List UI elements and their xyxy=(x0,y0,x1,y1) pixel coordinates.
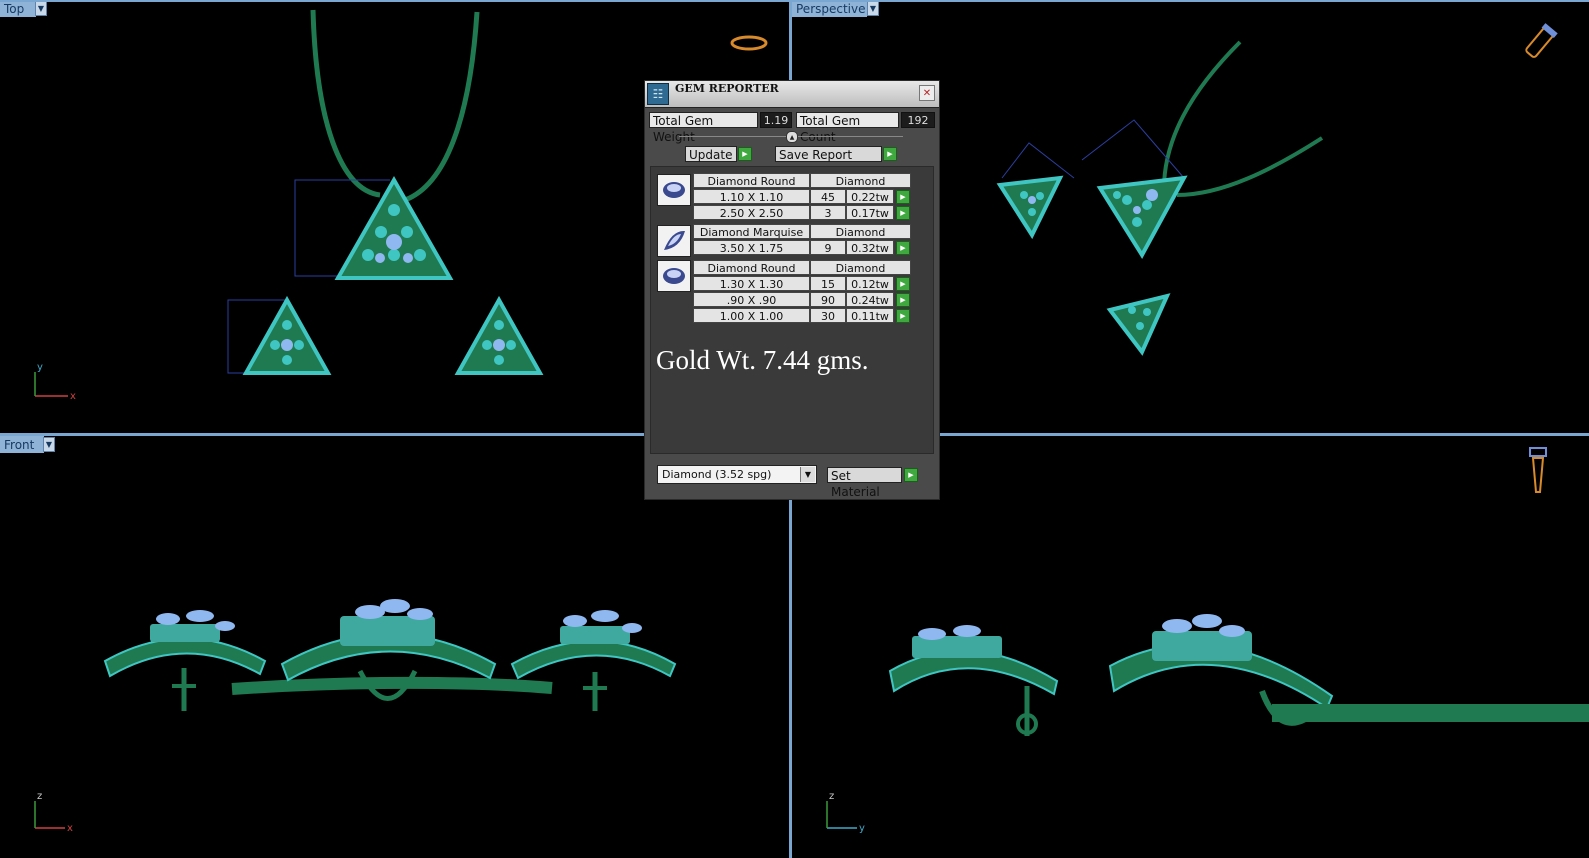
right-axis-z: z xyxy=(829,791,834,802)
total-gem-count-label: Total Gem Count xyxy=(796,112,899,144)
chevron-down-icon[interactable]: ▼ xyxy=(800,467,815,482)
gem-weight: 0.22tw xyxy=(846,189,894,204)
chevron-down-icon[interactable]: ▼ xyxy=(43,437,55,452)
gem-material: Diamond xyxy=(810,260,911,275)
gem-weight: 0.24tw xyxy=(846,292,894,307)
gem-list[interactable]: Diamond Round Diamond 1.10 X 1.10 45 0.2… xyxy=(650,166,934,454)
gem-size: 1.00 X 1.00 xyxy=(693,308,810,323)
viewport-label-top[interactable]: Top xyxy=(0,0,36,17)
gem-shape: Diamond Marquise xyxy=(693,224,810,239)
pendant-gizmo-icon xyxy=(1529,447,1547,493)
play-arrow-icon[interactable]: ▶ xyxy=(896,277,910,291)
gem-weight: 0.12tw xyxy=(846,276,894,291)
gem-weight: 0.32tw xyxy=(846,240,894,255)
gem-shape: Diamond Round xyxy=(693,260,810,275)
gem-weight: 0.17tw xyxy=(846,205,894,220)
gem-size: .90 X .90 xyxy=(693,292,810,307)
play-arrow-icon[interactable]: ▶ xyxy=(896,190,910,204)
gem-size: 1.10 X 1.10 xyxy=(693,189,810,204)
top-edge xyxy=(0,0,1589,2)
gem-reporter-titlebar[interactable]: ☷ GEM REPORTER ✕ xyxy=(645,81,939,108)
gem-count: 3 xyxy=(810,205,846,220)
material-select-value: Diamond (3.52 spg) xyxy=(662,468,772,481)
front-axis-z: z xyxy=(37,791,42,802)
round-diamond-icon xyxy=(657,260,691,292)
play-arrow-icon[interactable]: ▶ xyxy=(896,293,910,307)
gem-count: 45 xyxy=(810,189,846,204)
viewport-label-front-text: Front xyxy=(4,437,35,452)
play-arrow-icon[interactable]: ▶ xyxy=(904,468,918,482)
gem-weight: 0.11tw xyxy=(846,308,894,323)
viewport-label-front[interactable]: Front xyxy=(0,436,44,453)
round-diamond-icon xyxy=(657,174,691,206)
set-material-button[interactable]: Set Material xyxy=(827,467,902,499)
viewport-label-top-text: Top xyxy=(4,1,25,16)
total-gem-weight-value: 1.19 xyxy=(760,112,792,128)
gem-material: Diamond xyxy=(810,173,911,188)
play-arrow-icon[interactable]: ▶ xyxy=(896,309,910,323)
chevron-down-icon[interactable]: ▼ xyxy=(35,1,47,16)
gem-count: 30 xyxy=(810,308,846,323)
gem-size: 3.50 X 1.75 xyxy=(693,240,810,255)
viewport-label-perspective[interactable]: Perspective xyxy=(792,0,867,17)
front-axis-x: x xyxy=(67,823,73,834)
play-arrow-icon[interactable]: ▶ xyxy=(738,147,752,161)
gem-reporter-title: GEM REPORTER xyxy=(675,82,779,95)
close-icon[interactable]: ✕ xyxy=(919,85,935,101)
viewport-label-perspective-text: Perspective xyxy=(796,1,866,16)
play-arrow-icon[interactable]: ▶ xyxy=(896,206,910,220)
update-button[interactable]: Update xyxy=(685,146,737,162)
gem-size: 1.30 X 1.30 xyxy=(693,276,810,291)
gem-shape: Diamond Round xyxy=(693,173,810,188)
top-axis-y: y xyxy=(37,362,43,373)
gem-count: 15 xyxy=(810,276,846,291)
gem-count: 90 xyxy=(810,292,846,307)
gem-reporter-panel[interactable]: ☷ GEM REPORTER ✕ Total Gem Weight 1.19 T… xyxy=(644,80,940,500)
right-axis-y: y xyxy=(859,823,865,834)
total-gem-count-value: 192 xyxy=(901,112,935,128)
gem-size: 2.50 X 2.50 xyxy=(693,205,810,220)
material-select[interactable]: Diamond (3.52 spg) ▼ xyxy=(657,465,817,484)
gem-reporter-app-icon: ☷ xyxy=(647,83,669,105)
collapse-icon[interactable]: ▲ xyxy=(786,131,798,143)
play-arrow-icon[interactable]: ▶ xyxy=(883,147,897,161)
gem-count: 9 xyxy=(810,240,846,255)
save-report-button[interactable]: Save Report xyxy=(775,146,882,162)
marquise-diamond-icon xyxy=(657,225,691,257)
top-axis-x: x xyxy=(70,391,76,402)
chevron-down-icon[interactable]: ▼ xyxy=(867,1,879,16)
gem-material: Diamond xyxy=(810,224,911,239)
play-arrow-icon[interactable]: ▶ xyxy=(896,241,910,255)
gold-weight-note: Gold Wt. 7.44 gms. xyxy=(656,345,869,375)
total-gem-weight-label: Total Gem Weight xyxy=(649,112,758,144)
